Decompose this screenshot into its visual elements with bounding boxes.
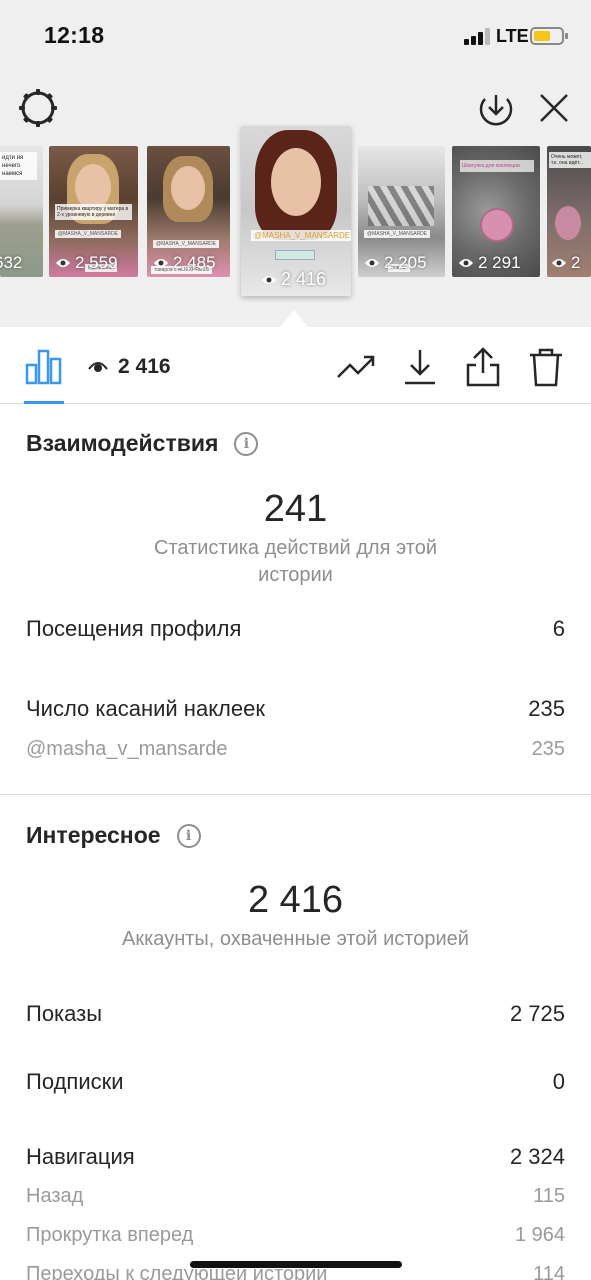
eye-icon: [88, 362, 108, 372]
stat-row-back: Назад 115: [26, 1185, 565, 1208]
stat-value: 235: [531, 738, 565, 760]
stat-row-mention-sticker: @masha_v_mansarde 235: [26, 738, 565, 761]
story-toolbar: 2 416: [0, 327, 591, 404]
info-icon[interactable]: i: [176, 823, 201, 848]
save-story-button[interactable]: [474, 86, 518, 130]
section-divider: [0, 794, 591, 795]
promote-button[interactable]: [336, 347, 376, 387]
story-views: 2 416: [261, 269, 326, 290]
trend-up-icon: [337, 355, 375, 378]
interactions-total: 241: [263, 488, 328, 530]
download-circle-icon: [479, 95, 513, 126]
interactions-title: Взаимодействия: [26, 430, 219, 456]
eye-icon: [154, 259, 168, 267]
eye-icon: [262, 275, 276, 284]
stat-row-sticker-taps: Число касаний наклеек 235: [26, 696, 565, 722]
stat-label: Навигация: [26, 1144, 135, 1169]
delete-button[interactable]: [526, 347, 566, 387]
stories-carousel: идти ия нечего наемся 632 Примерка кварт…: [0, 126, 591, 306]
interactions-total-label: Статистика действий для этой истории: [154, 537, 437, 586]
bar-chart-icon: [25, 349, 62, 385]
download-icon: [405, 350, 435, 385]
stat-label: Подписки: [26, 1069, 124, 1094]
story-thumbnail[interactable]: @MASHA_V_MANSARDE товаров с ALIEXPRESS 2…: [147, 146, 230, 277]
home-indicator[interactable]: [190, 1261, 402, 1268]
stat-label: Назад: [26, 1185, 84, 1207]
discovery-section-header: Интересное i: [26, 822, 201, 849]
signal-icon: [464, 28, 492, 45]
views-count-value: 2 416: [118, 355, 171, 378]
story-mention-tag: @MASHA_V_MANSARDE: [55, 230, 122, 238]
download-button[interactable]: [400, 347, 440, 387]
story-thumbnail-selected[interactable]: @MASHA_V_MANSARDE 2 416: [241, 126, 351, 296]
story-preview-area: 12:18 LTE идти ия нечего наемся 32 Приме…: [0, 0, 591, 327]
stat-row-forward: Прокрутка вперед 1 964: [26, 1224, 565, 1247]
story-views: 632: [0, 253, 23, 272]
stat-row-follows: Подписки 0: [26, 1069, 565, 1095]
share-icon: [466, 347, 500, 387]
story-caption: Примерка квартиру у матера в 2-х уровнев…: [55, 204, 132, 220]
battery-icon: [530, 27, 568, 45]
story-mention-tag: @MASHA_V_MANSARDE: [251, 230, 351, 241]
views-count: 2 416: [88, 355, 171, 379]
info-icon[interactable]: i: [234, 431, 259, 456]
status-time: 12:18: [44, 22, 105, 48]
stat-value: 2 324: [509, 1144, 565, 1169]
stat-label: @masha_v_mansarde: [26, 738, 228, 760]
stat-value: 0: [552, 1069, 565, 1094]
stat-value: 115: [533, 1185, 565, 1207]
stat-row-impressions: Показы 2 725: [26, 1001, 565, 1027]
share-button[interactable]: [463, 347, 503, 387]
story-views: 2 559: [55, 253, 118, 273]
stat-row-profile-visits: Посещения профиля 6: [26, 616, 565, 642]
stat-label: Число касаний наклеек: [26, 696, 265, 721]
story-mention-tag: @MASHA_V_MANSARDE: [364, 230, 431, 238]
story-caption: идти ия нечего наемся: [0, 152, 37, 180]
story-views: 2 485: [153, 253, 216, 273]
stat-label: Показы: [26, 1001, 103, 1026]
story-thumbnail[interactable]: идти ия нечего наемся 632: [0, 146, 43, 277]
selected-story-pointer: [280, 310, 308, 327]
close-icon: [540, 94, 568, 122]
story-thumbnail[interactable]: Примерка квартиру у матера в 2-х уровнев…: [49, 146, 138, 277]
eye-icon: [459, 259, 473, 267]
stat-value: 6: [552, 616, 565, 641]
gear-icon: [19, 89, 57, 127]
discovery-total: 2 416: [247, 879, 344, 921]
story-caption: Очень может, т.к. она идёт...: [549, 152, 591, 168]
stat-value: 2 725: [509, 1001, 565, 1026]
stats-tab-button[interactable]: [24, 347, 64, 387]
interactions-section-header: Взаимодействия i: [26, 430, 259, 457]
stat-label: Прокрутка вперед: [26, 1224, 194, 1246]
story-thumbnail[interactable]: Шкатулка для коллекции 2 291: [452, 146, 540, 277]
story-views: 2: [551, 253, 580, 273]
stat-row-navigation: Навигация 2 324: [26, 1144, 565, 1170]
status-bar: 12:18 LTE: [0, 0, 591, 72]
story-caption: Шкатулка для коллекции: [460, 160, 534, 172]
eye-icon: [56, 259, 70, 267]
story-views: 2 291: [458, 253, 521, 273]
trash-icon: [530, 348, 562, 387]
story-mention-tag: @MASHA_V_MANSARDE: [153, 240, 220, 248]
story-thumbnail[interactable]: Очень может, т.к. она идёт... 2: [547, 146, 591, 277]
eye-icon: [552, 259, 566, 267]
stat-label: Посещения профиля: [26, 616, 242, 641]
stat-value: 1 964: [514, 1224, 565, 1246]
story-thumbnail[interactable]: @MASHA_V_MANSARDE плитки 2 205: [358, 146, 445, 277]
stat-value: 114: [533, 1263, 565, 1280]
network-label: LTE: [496, 26, 529, 46]
discovery-title: Интересное: [26, 822, 161, 848]
eye-icon: [365, 259, 379, 267]
close-button[interactable]: [532, 86, 576, 130]
settings-button[interactable]: [16, 86, 60, 130]
discovery-total-label: Аккаунты, охваченные этой историей: [122, 928, 469, 950]
stat-value: 235: [528, 696, 565, 721]
active-tab-indicator: [24, 401, 64, 404]
story-views: 2 205: [364, 253, 427, 273]
